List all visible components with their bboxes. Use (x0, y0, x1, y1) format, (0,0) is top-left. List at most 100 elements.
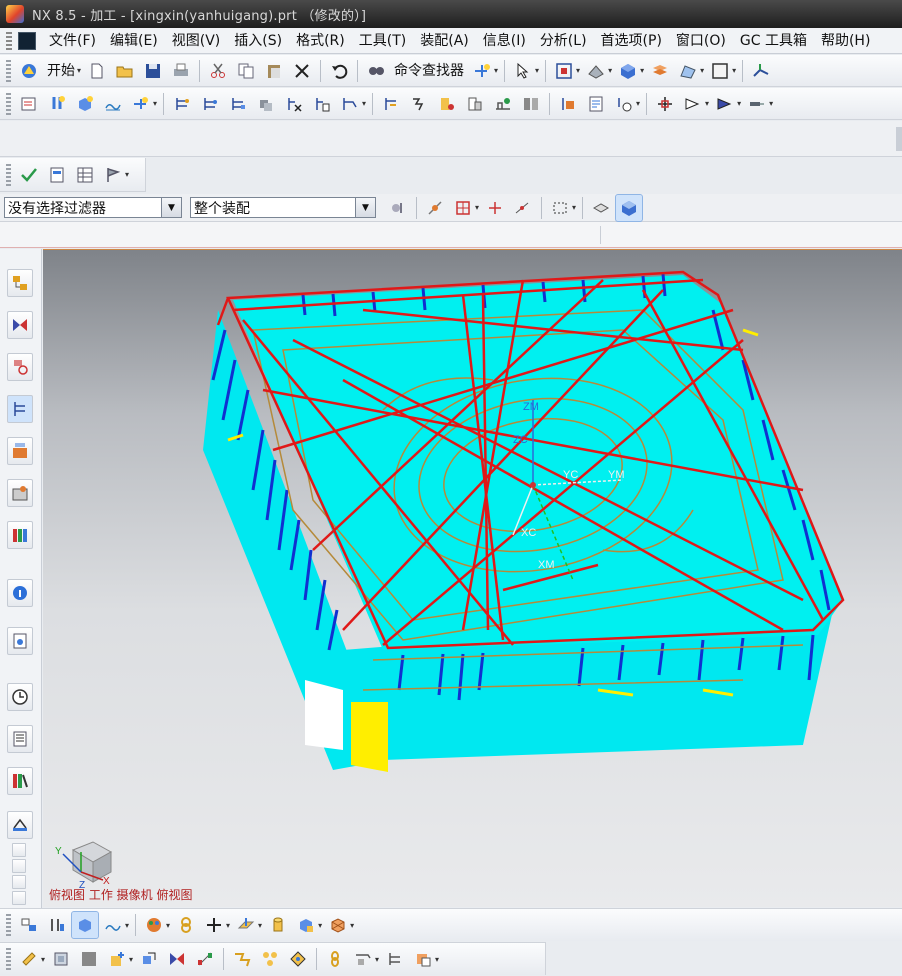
assembly-component-icon[interactable] (48, 946, 74, 972)
operation-navigator-icon[interactable] (7, 395, 33, 423)
selection-icon[interactable] (510, 58, 536, 84)
route-icon[interactable] (285, 946, 311, 972)
check-flag-icon[interactable] (100, 162, 126, 188)
geometry-group-icon[interactable] (71, 911, 99, 939)
start-dropdown-icon[interactable]: ▾ (77, 66, 81, 75)
point-tool-dropdown-icon[interactable]: ▾ (226, 921, 230, 930)
constraint-navigator-icon[interactable] (7, 311, 33, 339)
machine-tool-navigator-icon[interactable] (7, 437, 33, 465)
chevron-down-icon[interactable]: ▼ (355, 198, 375, 217)
graphics-window[interactable]: ZM ZC YC YM XC XM Y Z X 俯视图 工作 摄像机 俯视图 (43, 249, 902, 907)
menu-window[interactable]: 窗口(O) (669, 29, 733, 53)
toolbar-grip-icon[interactable] (6, 59, 11, 82)
menubar-grip-icon[interactable] (6, 31, 12, 50)
shop-doc-icon[interactable] (518, 91, 544, 117)
check-tool-icon[interactable] (16, 162, 42, 188)
link-icon[interactable] (322, 946, 348, 972)
menu-tools[interactable]: 工具(T) (352, 29, 413, 53)
move-component-icon[interactable] (76, 946, 102, 972)
operation-doc-icon[interactable] (583, 91, 609, 117)
sketch-icon[interactable] (16, 946, 42, 972)
color-component-dropdown-icon[interactable]: ▾ (435, 955, 439, 964)
filter-settings-icon[interactable] (385, 195, 411, 221)
menu-information[interactable]: 信息(I) (476, 29, 533, 53)
save-icon[interactable] (140, 58, 166, 84)
group-dropdown-icon[interactable]: ▾ (125, 921, 129, 930)
clock-icon[interactable] (7, 683, 33, 711)
ipw-icon[interactable] (652, 91, 678, 117)
measure-icon[interactable] (350, 946, 376, 972)
menu-help[interactable]: 帮助(H) (814, 29, 877, 53)
new-icon[interactable] (84, 58, 110, 84)
exploded-view-icon[interactable] (192, 946, 218, 972)
display-dropdown-icon[interactable]: ▾ (737, 99, 741, 108)
menu-preferences[interactable]: 首选项(P) (594, 29, 669, 53)
verify-toolpath-icon[interactable] (434, 91, 460, 117)
rectangle-dropdown-icon[interactable]: ▾ (572, 203, 576, 212)
list-toolpath-icon[interactable] (462, 91, 488, 117)
cut-icon[interactable] (205, 58, 231, 84)
chain-link-icon[interactable] (173, 912, 199, 938)
touch-mode-icon[interactable] (469, 58, 495, 84)
start-button[interactable]: 开始 (43, 58, 79, 84)
deselect-all-icon[interactable] (588, 195, 614, 221)
cut-region-icon[interactable] (680, 91, 706, 117)
layer-icon[interactable] (647, 58, 673, 84)
selection-scope-select[interactable]: 整个装配 ▼ (190, 197, 376, 218)
fit-view-icon[interactable] (551, 58, 577, 84)
roles-icon[interactable] (7, 767, 33, 795)
tool-display-icon[interactable] (744, 91, 770, 117)
system-materials-icon[interactable] (7, 725, 33, 753)
tool-display-dropdown-icon[interactable]: ▾ (769, 99, 773, 108)
create-method-icon[interactable] (100, 91, 126, 117)
sketch-dropdown-icon[interactable]: ▾ (41, 955, 45, 964)
assembly-navigator-icon[interactable] (7, 269, 33, 297)
datum-dropdown-icon[interactable]: ▾ (258, 921, 262, 930)
block-icon[interactable] (293, 912, 319, 938)
add-component-dropdown-icon[interactable]: ▾ (129, 955, 133, 964)
operation-dropdown-icon[interactable]: ▾ (153, 99, 157, 108)
mid-point-icon[interactable] (510, 195, 536, 221)
add-component-icon[interactable] (104, 946, 130, 972)
color-component-icon[interactable] (410, 946, 436, 972)
model-canvas[interactable]: ZM ZC YC YM XC XM Y Z X (43, 250, 902, 907)
color-dropdown-icon[interactable]: ▾ (166, 921, 170, 930)
create-operation-icon[interactable] (128, 91, 154, 117)
reuse-library-icon[interactable] (7, 479, 33, 507)
dock-handle-icon[interactable] (896, 127, 902, 151)
paste-icon[interactable] (261, 58, 287, 84)
datum-plane-icon[interactable] (233, 912, 259, 938)
clearance-icon[interactable] (382, 946, 408, 972)
selection-dropdown-icon[interactable]: ▾ (535, 66, 539, 75)
menu-format[interactable]: 格式(R) (289, 29, 352, 53)
command-finder-icon[interactable] (363, 58, 389, 84)
rectangle-select-icon[interactable] (547, 195, 573, 221)
check-table-icon[interactable] (72, 162, 98, 188)
menu-view[interactable]: 视图(V) (165, 29, 228, 53)
cylinder-icon[interactable] (265, 912, 291, 938)
create-geometry-icon[interactable] (72, 91, 98, 117)
orient-dropdown-icon[interactable]: ▾ (640, 66, 644, 75)
feeds-speeds-icon[interactable] (555, 91, 581, 117)
background-dropdown-icon[interactable]: ▾ (732, 66, 736, 75)
sequence-icon[interactable] (257, 946, 283, 972)
delete-operation-icon[interactable] (281, 91, 307, 117)
info-operation-icon[interactable] (309, 91, 335, 117)
view-triad[interactable]: Y Z X (55, 841, 113, 891)
measure-dropdown-icon[interactable]: ▾ (375, 955, 379, 964)
nx-doc-icon[interactable] (18, 31, 36, 50)
touch-dropdown-icon[interactable]: ▾ (494, 66, 498, 75)
open-icon[interactable] (112, 58, 138, 84)
resource-scroll-mid-icon[interactable] (12, 859, 26, 873)
fit-dropdown-icon[interactable]: ▾ (576, 66, 580, 75)
postprocess-icon[interactable] (490, 91, 516, 117)
snap-dropdown-icon[interactable]: ▾ (700, 66, 704, 75)
snap-view-icon[interactable] (675, 58, 701, 84)
wave-link-icon[interactable] (229, 946, 255, 972)
hd3d-tools-icon[interactable] (7, 521, 33, 549)
create-program-group-icon[interactable] (16, 912, 42, 938)
check-dropdown-icon[interactable]: ▾ (125, 170, 129, 179)
program-order-view-icon[interactable] (169, 91, 195, 117)
render-style-icon[interactable] (583, 58, 609, 84)
delete-icon[interactable] (289, 58, 315, 84)
